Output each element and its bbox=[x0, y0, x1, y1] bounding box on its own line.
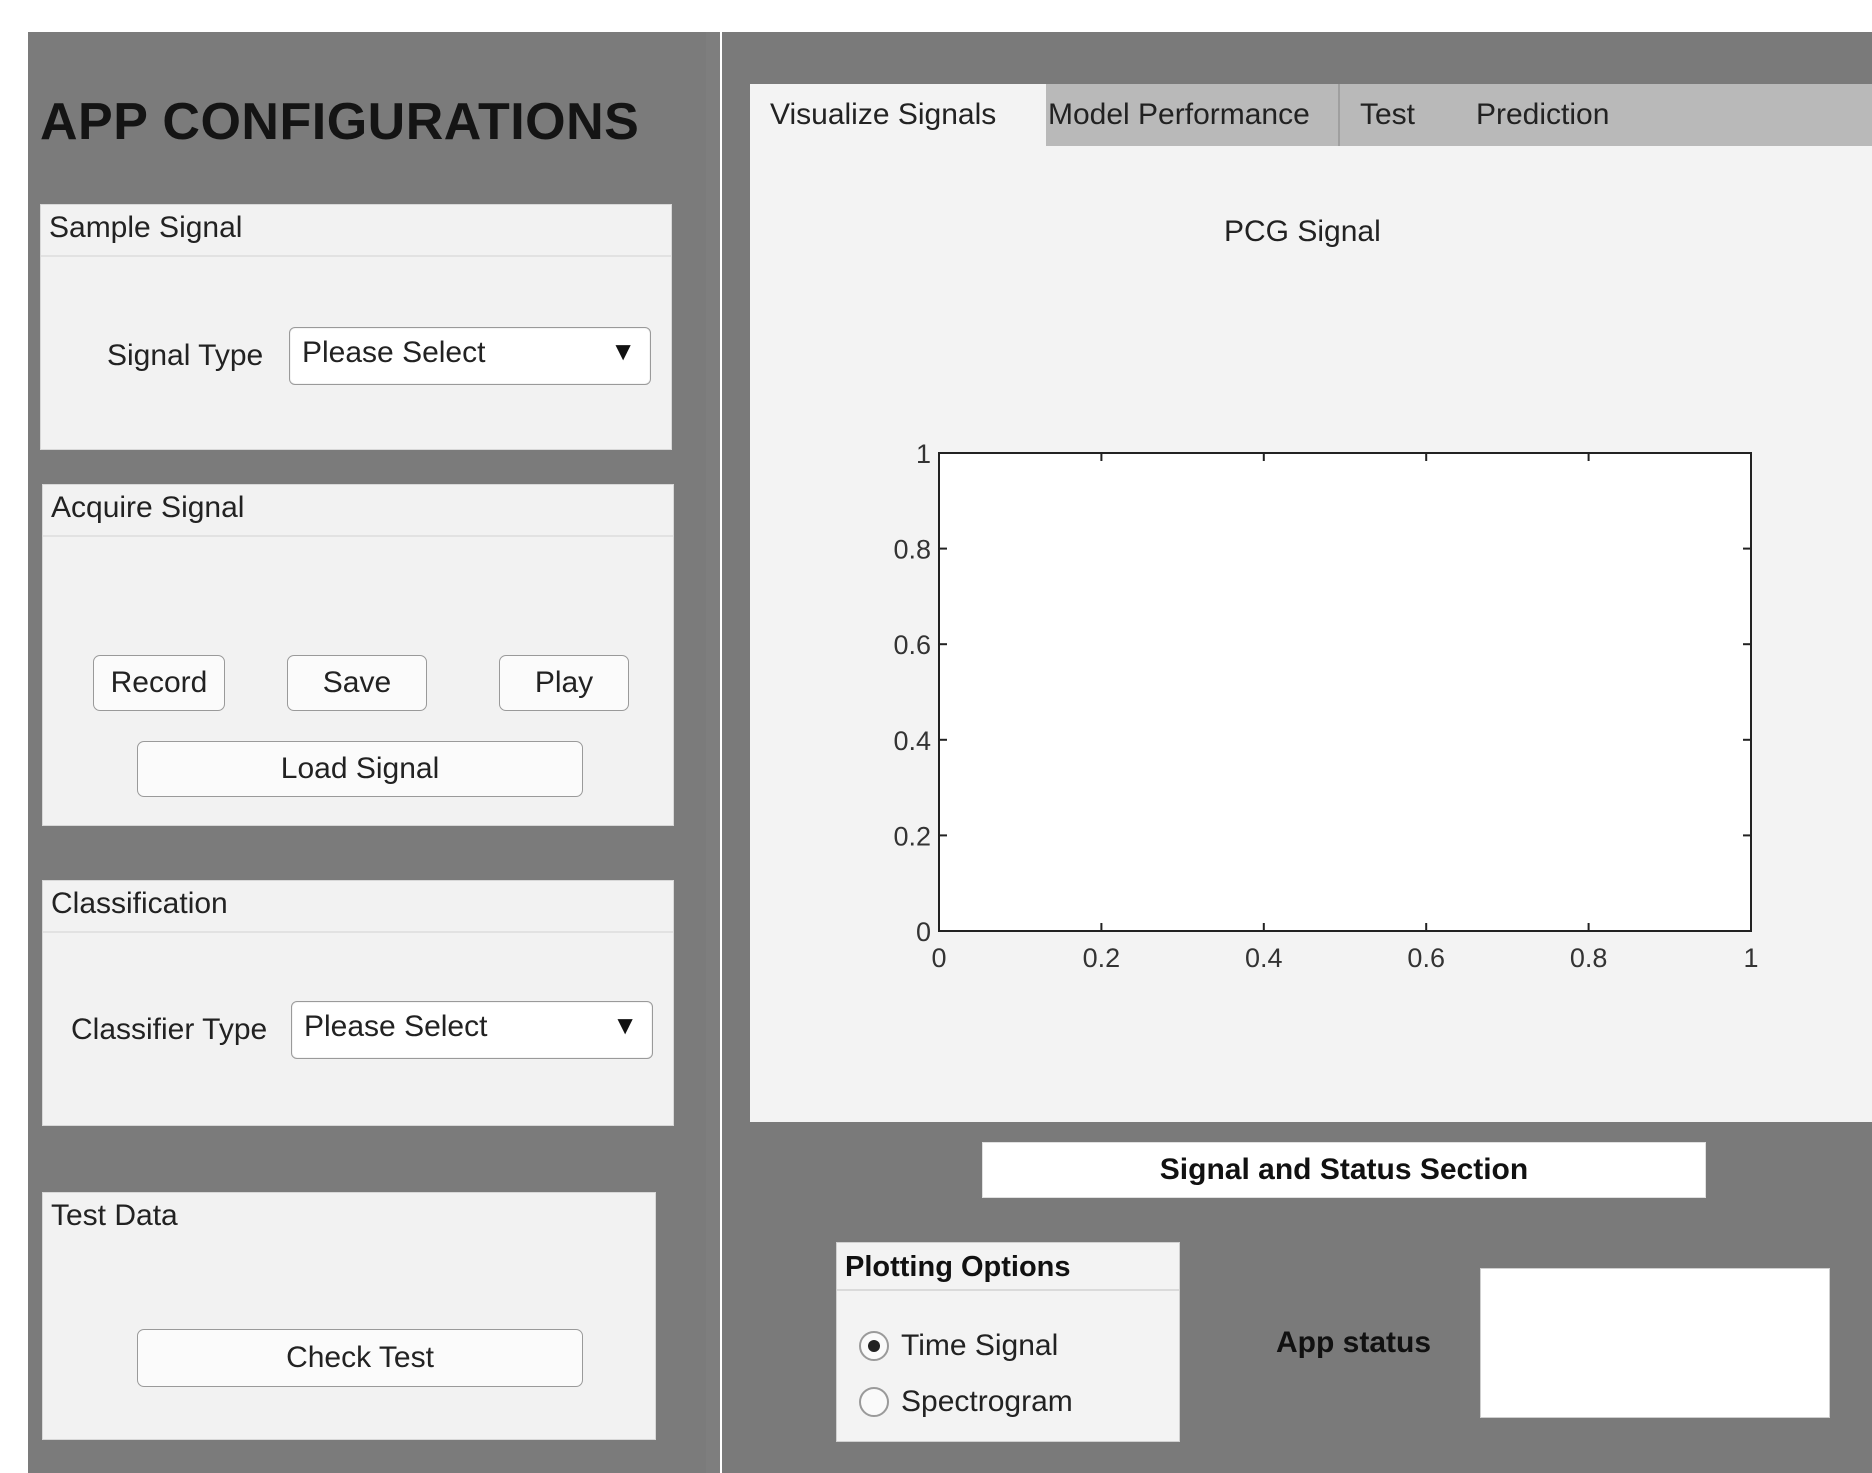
acquire-signal-group: Acquire Signal Record Save Play Load Sig… bbox=[42, 484, 674, 826]
group-divider bbox=[41, 255, 671, 257]
classifier-type-label: Classifier Type bbox=[71, 1013, 268, 1046]
plotting-options-group: Plotting Options Time Signal Spectrogram bbox=[836, 1242, 1180, 1442]
app-status-field bbox=[1480, 1268, 1830, 1418]
sample-signal-title: Sample Signal bbox=[49, 211, 243, 244]
panel-separator bbox=[706, 32, 720, 1473]
status-section-header: Signal and Status Section bbox=[982, 1142, 1706, 1198]
test-data-title: Test Data bbox=[51, 1199, 178, 1232]
tab-prediction[interactable]: Prediction bbox=[1456, 84, 1676, 146]
spectrogram-label: Spectrogram bbox=[901, 1385, 1073, 1418]
group-divider bbox=[837, 1289, 1179, 1291]
app-title: APP CONFIGURATIONS bbox=[40, 93, 640, 151]
tab-visualize-signals[interactable]: Visualize Signals bbox=[750, 84, 1046, 148]
radio-selected-dot bbox=[868, 1340, 880, 1352]
check-test-button[interactable]: Check Test bbox=[137, 1329, 583, 1387]
time-signal-label: Time Signal bbox=[901, 1329, 1059, 1362]
spectrogram-radio[interactable] bbox=[859, 1387, 889, 1417]
plot-title: PCG Signal bbox=[1224, 215, 1381, 248]
time-signal-radio[interactable] bbox=[859, 1331, 889, 1361]
acquire-signal-title: Acquire Signal bbox=[51, 491, 245, 524]
app-status-label: App status bbox=[1276, 1326, 1432, 1359]
save-button[interactable]: Save bbox=[287, 655, 427, 711]
tab-test[interactable]: Test bbox=[1340, 84, 1468, 146]
sample-signal-group: Sample Signal Signal Type Please Select … bbox=[40, 204, 672, 450]
signal-type-value: Please Select bbox=[302, 336, 486, 369]
tab-model-performance[interactable]: Model Performance bbox=[1028, 84, 1358, 146]
signal-type-label: Signal Type bbox=[107, 339, 264, 372]
group-divider bbox=[43, 535, 673, 537]
test-data-group: Test Data Check Test bbox=[42, 1192, 656, 1440]
plotting-options-title: Plotting Options bbox=[845, 1251, 1071, 1283]
classification-title: Classification bbox=[51, 887, 228, 920]
load-signal-button[interactable]: Load Signal bbox=[137, 741, 583, 797]
dropdown-arrow-icon: ▼ bbox=[610, 336, 636, 366]
classifier-type-dropdown[interactable]: Please Select ▼ bbox=[291, 1001, 653, 1059]
classification-group: Classification Classifier Type Please Se… bbox=[42, 880, 674, 1126]
classifier-type-value: Please Select bbox=[304, 1010, 488, 1043]
configuration-panel: APP CONFIGURATIONS Sample Signal Signal … bbox=[28, 32, 706, 1473]
play-button[interactable]: Play bbox=[499, 655, 629, 711]
record-button[interactable]: Record bbox=[93, 655, 225, 711]
signal-type-dropdown[interactable]: Please Select ▼ bbox=[289, 327, 651, 385]
dropdown-arrow-icon: ▼ bbox=[612, 1010, 638, 1040]
plot-axes[interactable] bbox=[938, 452, 1752, 932]
group-divider bbox=[43, 931, 673, 933]
